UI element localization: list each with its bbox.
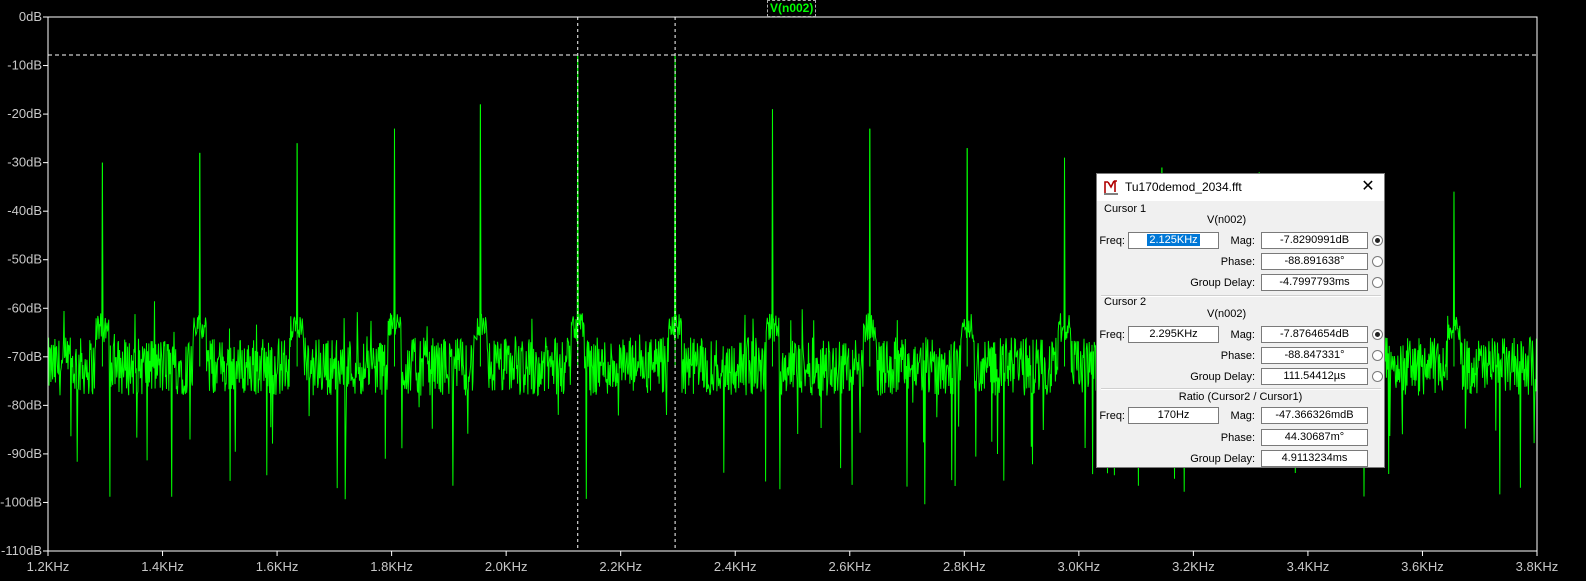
cursor1-phase-label: Phase: (1220, 256, 1255, 268)
ratio-gd-value: 4.9113234ms (1261, 450, 1368, 467)
y-tick-label: -80dB (7, 397, 42, 412)
cursor2-freq-label: Freq: (1099, 329, 1125, 341)
ratio-mag-label: Mag: (1230, 410, 1255, 422)
x-tick-label: 1.6KHz (256, 559, 299, 574)
y-tick-label: 0dB (19, 9, 42, 24)
cursor1-mag-label: Mag: (1230, 235, 1255, 247)
cursor1-phase-radio[interactable] (1372, 256, 1383, 267)
cursor1-mag-value[interactable]: -7.8290991dB (1261, 232, 1368, 249)
y-tick-label: -90dB (7, 446, 42, 461)
y-tick-label: -10dB (7, 58, 42, 73)
x-tick-label: 3.0KHz (1058, 559, 1101, 574)
x-tick-label: 1.8KHz (370, 559, 413, 574)
cursor2-mag-value[interactable]: -7.8764654dB (1261, 326, 1368, 343)
cursor2-trace: V(n002) (1207, 308, 1247, 320)
cursor1-freq-field[interactable]: 2.125KHz (1128, 232, 1219, 249)
ratio-freq-value: 170Hz (1128, 407, 1219, 424)
cursor1-phase-value[interactable]: -88.891638° (1261, 253, 1368, 270)
cursor1-heading: Cursor 1 (1104, 203, 1147, 215)
trace-label[interactable]: V(n002) (767, 0, 817, 17)
cursor1-trace: V(n002) (1207, 214, 1247, 226)
cursor2-heading: Cursor 2 (1104, 296, 1147, 308)
cursor2-gd-value[interactable]: 111.54412µs (1261, 368, 1368, 385)
cursor2-gd-label: Group Delay: (1190, 371, 1255, 383)
y-tick-label: -50dB (7, 252, 42, 267)
ltspice-app-icon (1103, 179, 1119, 195)
dialog-title: Tu170demod_2034.fft (1125, 180, 1242, 194)
cursor2-freq-value[interactable]: 2.295KHz (1128, 326, 1219, 343)
x-tick-label: 3.6KHz (1401, 559, 1444, 574)
x-tick-label: 2.8KHz (943, 559, 986, 574)
ratio-heading: Ratio (Cursor2 / Cursor1) (1178, 391, 1303, 403)
x-axis-ticks: 1.2KHz 1.4KHz 1.6KHz 1.8KHz 2.0KHz 2.2KHz 2.4K… (27, 551, 1559, 574)
x-tick-label: 3.4KHz (1287, 559, 1330, 574)
y-tick-label: -30dB (7, 155, 42, 170)
cursor1-freq-value: 2.125KHz (1147, 234, 1200, 246)
cursor1-mag-radio[interactable] (1372, 235, 1383, 246)
cursor2-mag-label: Mag: (1230, 329, 1255, 341)
ratio-phase-label: Phase: (1220, 432, 1255, 444)
close-icon[interactable]: ✕ (1360, 178, 1376, 196)
cursor2-mag-radio[interactable] (1372, 329, 1383, 340)
cursor1-gd-label: Group Delay: (1190, 277, 1255, 289)
cursor2-phase-label: Phase: (1220, 350, 1255, 362)
x-tick-label: 3.8KHz (1516, 559, 1559, 574)
x-tick-label: 2.4KHz (714, 559, 757, 574)
y-tick-label: -110dB (1, 543, 42, 558)
x-tick-label: 3.2KHz (1172, 559, 1215, 574)
dialog-titlebar[interactable]: Tu170demod_2034.fft ✕ (1097, 174, 1384, 201)
cursor2-phase-radio[interactable] (1372, 350, 1383, 361)
ratio-mag-value: -47.366326mdB (1261, 407, 1368, 424)
x-tick-label: 2.0KHz (485, 559, 528, 574)
cursor2-phase-value[interactable]: -88.847331° (1261, 347, 1368, 364)
y-tick-label: -60dB (7, 300, 42, 315)
x-tick-label: 1.4KHz (141, 559, 184, 574)
y-tick-label: -100dB (0, 494, 42, 509)
cursor1-freq-label: Freq: (1099, 235, 1125, 247)
ratio-freq-label: Freq: (1099, 410, 1125, 422)
cursor-dialog: Tu170demod_2034.fft ✕ Cursor 1 V(n002) F… (1096, 173, 1385, 468)
separator (1101, 388, 1381, 390)
y-axis-ticks: 0dB -10dB -20dB -30dB -40dB -50dB -60dB -70dB -8… (0, 9, 48, 558)
cursor1-gd-radio[interactable] (1372, 277, 1383, 288)
cursor2-gd-radio[interactable] (1372, 371, 1383, 382)
ratio-phase-value: 44.30687m° (1261, 429, 1368, 446)
y-tick-label: -70dB (7, 349, 42, 364)
x-tick-label: 1.2KHz (27, 559, 70, 574)
ratio-gd-label: Group Delay: (1190, 453, 1255, 465)
cursor1-gd-value[interactable]: -4.7997793ms (1261, 274, 1368, 291)
x-tick-label: 2.2KHz (599, 559, 642, 574)
x-tick-label: 2.6KHz (828, 559, 871, 574)
y-tick-label: -20dB (7, 106, 42, 121)
y-tick-label: -40dB (7, 203, 42, 218)
